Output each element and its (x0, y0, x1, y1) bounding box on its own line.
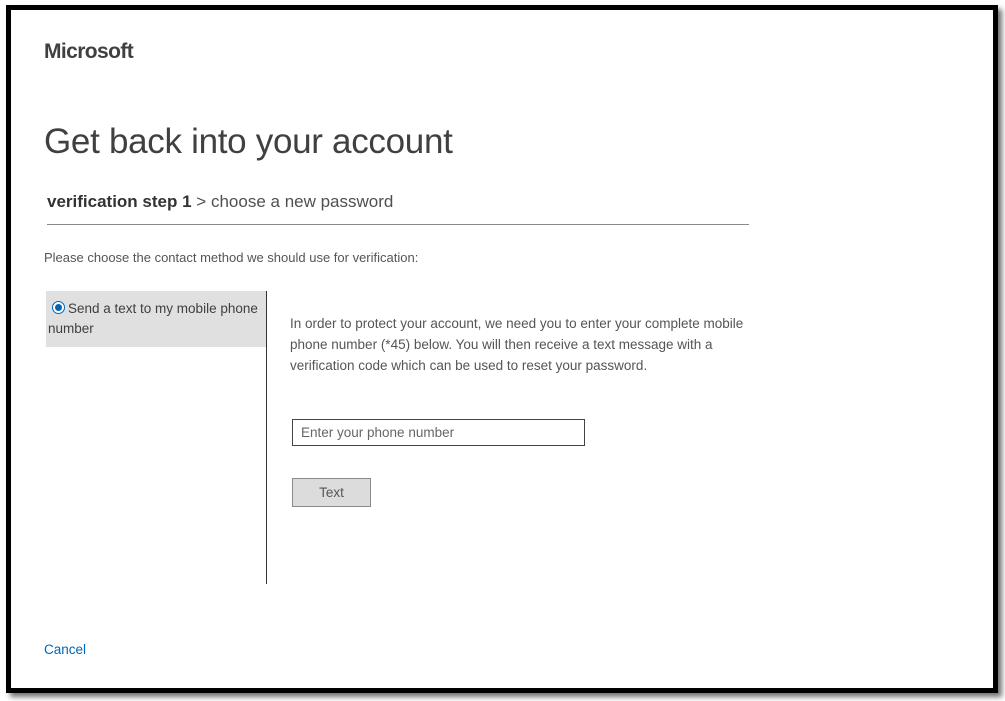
vertical-divider (266, 291, 267, 584)
radio-selected-icon[interactable] (52, 301, 65, 314)
cancel-link[interactable]: Cancel (44, 642, 86, 657)
breadcrumb-separator: > (196, 192, 207, 211)
microsoft-logo: Microsoft (44, 40, 134, 63)
send-text-button[interactable]: Text (292, 478, 371, 507)
contact-method-label: Send a text to my mobile phone number (48, 301, 258, 336)
breadcrumb: verification step 1 > choose a new passw… (47, 192, 749, 225)
recovery-window: Microsoft Get back into your account ver… (6, 5, 998, 693)
contact-method-option-text[interactable]: Send a text to my mobile phone number (46, 291, 266, 347)
breadcrumb-next-step: choose a new password (210, 192, 394, 211)
breadcrumb-current-step: verification step 1 (47, 192, 192, 211)
phone-number-input[interactable] (292, 419, 585, 446)
contact-method-prompt: Please choose the contact method we shou… (44, 250, 419, 265)
verification-instructions: In order to protect your account, we nee… (290, 316, 744, 373)
page-title: Get back into your account (44, 122, 453, 161)
